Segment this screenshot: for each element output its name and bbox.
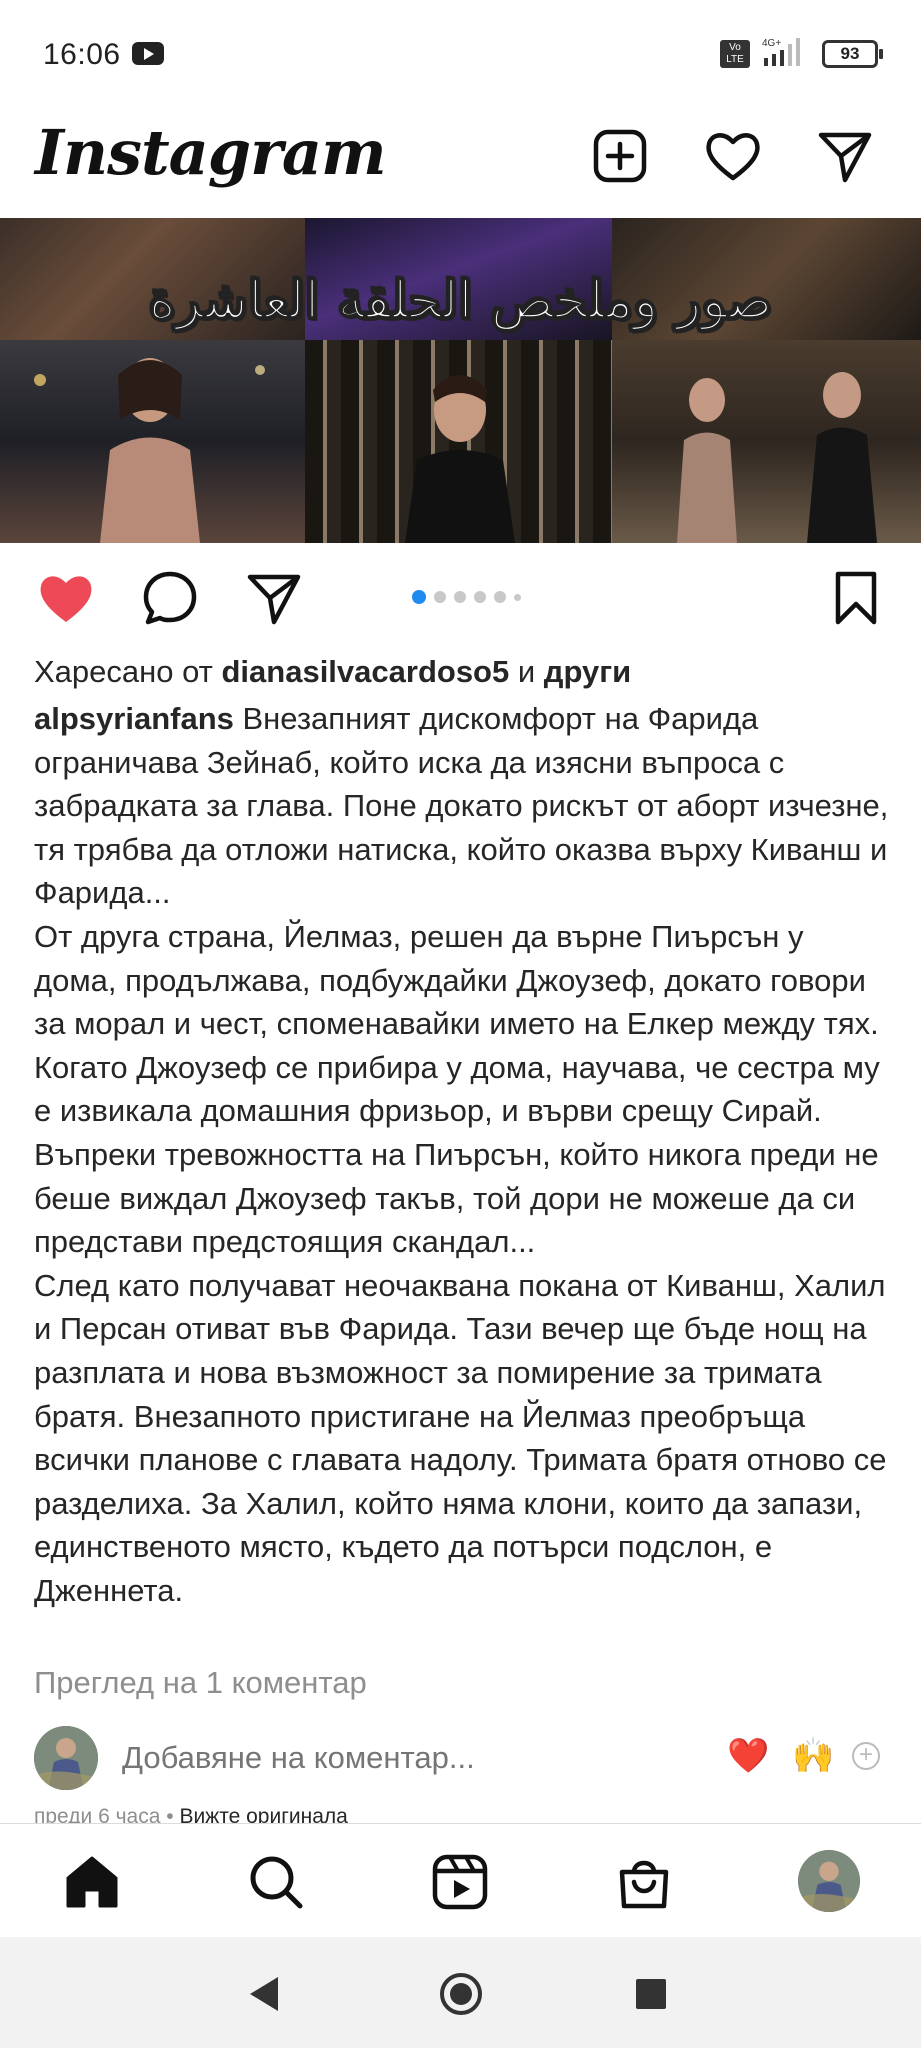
post-timestamp: преди 6 часа • Вижте оригинала [34, 1805, 348, 1825]
carousel-dot [454, 591, 466, 603]
app-header: Instagram [0, 110, 921, 218]
likes-others-link[interactable]: други [544, 654, 631, 689]
carousel-dot [474, 591, 486, 603]
caption-paragraph: alpsyrianfans Внезапният дискомфорт на Ф… [34, 697, 894, 915]
network-type: 4G+ [762, 38, 781, 49]
signal-icon: 4G+ [762, 36, 812, 68]
home-circle-icon[interactable] [440, 1973, 482, 2015]
quick-reaction-heart[interactable]: ❤️ [727, 1736, 769, 1776]
back-icon[interactable] [250, 1977, 278, 2011]
see-original-link[interactable]: Вижте оригинала [179, 1805, 347, 1825]
post-action-bar [0, 560, 921, 636]
youtube-notification-icon [132, 42, 164, 65]
battery-indicator: 93 [822, 40, 883, 68]
add-comment-row: ❤️ 🙌 + [0, 1722, 921, 1800]
liked-by-user-link[interactable]: dianasilvacardoso5 [221, 654, 509, 689]
comment-icon[interactable] [140, 568, 200, 628]
home-icon[interactable] [62, 1852, 122, 1912]
likes-joiner: и [509, 654, 544, 689]
recent-apps-icon[interactable] [636, 1979, 666, 2009]
status-bar: 16:06 Vo LTE 4G+ 93 [0, 0, 921, 110]
post-carousel-image[interactable]: صور وملخص الحلقة العاشرة [0, 218, 921, 543]
more-reactions-icon[interactable]: + [852, 1742, 880, 1770]
search-icon[interactable] [246, 1852, 306, 1912]
caption-paragraph: След като получават неочаквана покана от… [34, 1267, 887, 1608]
likes-prefix: Харесано от [34, 654, 222, 689]
direct-message-icon[interactable] [815, 126, 875, 186]
like-heart-icon[interactable] [36, 568, 96, 628]
image-overlay-caption: صور وملخص الحلقة العاشرة [148, 269, 774, 332]
carousel-dot [514, 593, 521, 601]
carousel-dot [412, 590, 426, 604]
system-navigation-bar [0, 1937, 921, 2048]
add-comment-input[interactable] [122, 1740, 682, 1776]
heart-icon[interactable] [703, 126, 763, 186]
avatar [34, 1726, 98, 1790]
share-icon[interactable] [244, 568, 304, 628]
quick-reaction-raised-hands[interactable]: 🙌 [792, 1736, 834, 1776]
bottom-navigation [0, 1823, 921, 1937]
carousel-indicator [412, 590, 521, 604]
carousel-dot [434, 591, 446, 603]
image-tile [612, 340, 921, 543]
carousel-dot [494, 591, 506, 603]
image-tile [0, 340, 305, 543]
likes-line: Харесано от dianasilvacardoso5 и други [34, 652, 631, 692]
status-time: 16:06 [43, 38, 121, 71]
post-caption: alpsyrianfans Внезапният дискомфорт на Ф… [34, 697, 894, 1612]
instagram-logo[interactable]: Instagram [35, 116, 387, 189]
add-post-icon[interactable] [590, 126, 650, 186]
shop-icon[interactable] [614, 1852, 674, 1912]
reels-icon[interactable] [430, 1852, 490, 1912]
volte-icon: Vo LTE [720, 40, 750, 68]
caption-paragraph: От друга страна, Йелмаз, решен да върне … [34, 918, 880, 1260]
image-tile [305, 340, 612, 543]
timestamp-separator: • [160, 1805, 180, 1825]
caption-username-link[interactable]: alpsyrianfans [34, 701, 234, 736]
view-comments-link[interactable]: Преглед на 1 коментар [34, 1665, 367, 1701]
profile-avatar[interactable] [798, 1850, 860, 1912]
bookmark-icon[interactable] [826, 568, 886, 628]
timestamp-text: преди 6 часа [34, 1805, 161, 1825]
